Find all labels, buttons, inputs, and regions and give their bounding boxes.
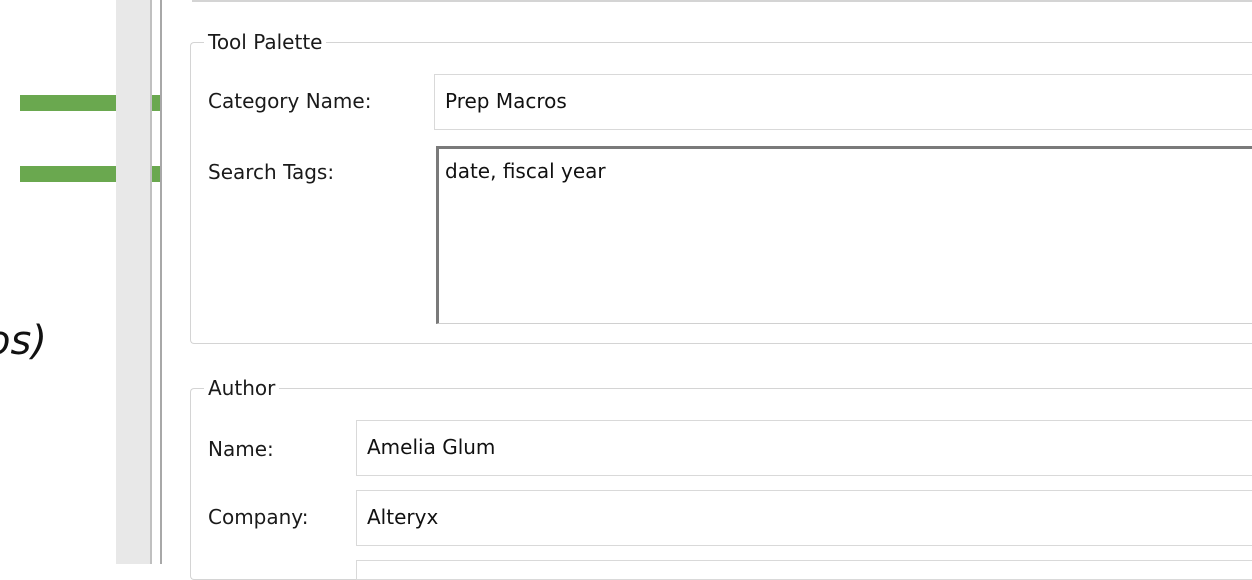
category-name-label: Category Name:: [208, 89, 372, 113]
company-field[interactable]: Alteryx: [356, 490, 1252, 546]
separator-line: [150, 0, 152, 564]
search-tags-textarea[interactable]: date, fiscal year: [436, 146, 1252, 324]
next-field[interactable]: [356, 560, 1252, 580]
left-context-area: os): [0, 0, 116, 564]
annotation-fragment-text: os): [0, 318, 47, 364]
category-name-field[interactable]: Prep Macros: [434, 74, 1252, 130]
author-group: [190, 388, 1252, 580]
properties-panel: Tool Palette Category Name: Prep Macros …: [162, 0, 1252, 580]
window-gutter: [116, 0, 150, 564]
search-tags-label: Search Tags:: [208, 160, 335, 184]
tool-palette-title: Tool Palette: [204, 30, 327, 54]
panel-top-border: [192, 0, 1252, 2]
company-label: Company:: [208, 505, 309, 529]
author-name-label: Name:: [208, 437, 274, 461]
author-title: Author: [204, 376, 280, 400]
author-name-field[interactable]: Amelia Glum: [356, 420, 1252, 476]
